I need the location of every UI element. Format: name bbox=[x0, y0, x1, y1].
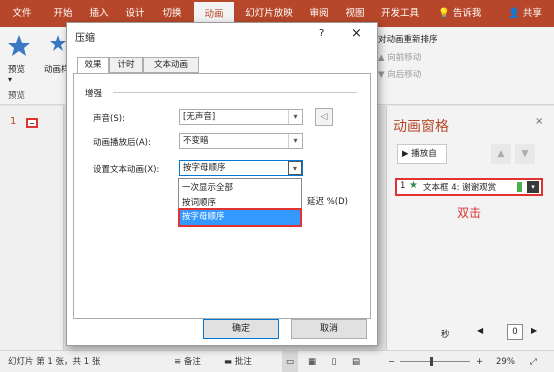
move-later-button[interactable]: ▼ 向后移动 bbox=[378, 68, 421, 80]
close-icon[interactable]: × bbox=[535, 116, 543, 127]
slide-thumbnail[interactable] bbox=[26, 118, 38, 128]
scroll-right-icon[interactable]: ▶ bbox=[531, 326, 537, 335]
tab-developer[interactable]: 开发工具 bbox=[376, 0, 424, 27]
slide-sorter-icon[interactable]: ▦ bbox=[304, 351, 320, 372]
move-earlier-button[interactable]: ▲ 向前移动 bbox=[378, 51, 421, 63]
sound-select[interactable]: [无声音] ▾ bbox=[179, 109, 303, 125]
tab-timing[interactable]: 计时 bbox=[109, 57, 143, 73]
tab-file[interactable]: 文件 bbox=[4, 0, 40, 27]
animation-pane: 动画窗格 × ▶ 播放自 ▲ ▼ 1 ★ 文本框 4: 谢谢观赏 ▾ 双击 秒 … bbox=[386, 106, 554, 350]
dialog-tabs: 效果 计时 文本动画 bbox=[73, 57, 371, 74]
dialog-close-button[interactable]: × bbox=[351, 26, 362, 41]
arrow-up-icon: ▲ bbox=[378, 53, 385, 63]
help-button[interactable]: ? bbox=[319, 28, 324, 39]
star-icon: ★ bbox=[409, 180, 418, 191]
animation-styles-icon[interactable] bbox=[48, 33, 68, 61]
option-all-at-once[interactable]: 一次显示全部 bbox=[180, 181, 300, 196]
double-click-annotation: 双击 bbox=[457, 206, 482, 220]
thumbnail-line bbox=[30, 123, 34, 124]
slideshow-view-icon[interactable]: ▤ bbox=[348, 351, 364, 372]
zoom-level[interactable]: 29% bbox=[496, 351, 515, 372]
user-icon: 👤 bbox=[508, 8, 520, 19]
selected-option-highlight bbox=[178, 208, 302, 227]
text-animation-label: 设置文本动画(X): bbox=[93, 165, 160, 175]
dialog-title: 压缩 bbox=[75, 33, 95, 44]
fit-slide-icon[interactable]: ⤢ bbox=[530, 351, 537, 372]
lightbulb-icon: 💡 bbox=[438, 8, 450, 19]
after-animation-label: 动画播放后(A): bbox=[93, 138, 151, 148]
scroll-left-icon[interactable]: ◀ bbox=[477, 326, 483, 335]
chevron-down-icon: ▾ bbox=[288, 134, 302, 148]
zoom-in-icon[interactable]: + bbox=[476, 351, 483, 372]
move-down-arrow-icon[interactable]: ▼ bbox=[515, 144, 535, 164]
reorder-title: 对动画重新排序 bbox=[378, 35, 438, 45]
preview-group-label: 预览 bbox=[8, 91, 26, 101]
delay-label: 延迟 %(D) bbox=[307, 197, 348, 207]
speaker-icon[interactable]: ◁ bbox=[315, 108, 333, 126]
seconds-label: 秒 bbox=[441, 330, 450, 340]
dialog-title-bar: 压缩 ? × bbox=[67, 23, 377, 49]
slide-thumbnail-pane: 1 bbox=[0, 106, 64, 350]
arrow-down-icon: ▼ bbox=[378, 70, 385, 80]
timeline-counter[interactable]: 0 bbox=[507, 324, 523, 340]
preview-button-label[interactable]: 预览 bbox=[8, 63, 25, 75]
slide-number: 1 bbox=[10, 116, 17, 127]
share-button[interactable]: 👤 共享 bbox=[508, 0, 542, 27]
tab-text-animation[interactable]: 文本动画 bbox=[143, 57, 199, 73]
slide-info: 幻灯片 第 1 张，共 1 张 bbox=[8, 357, 101, 367]
ok-button[interactable]: 确定 bbox=[203, 319, 279, 339]
tab-effect[interactable]: 效果 bbox=[77, 57, 109, 74]
item-dropdown-icon[interactable]: ▾ bbox=[527, 181, 539, 193]
section-divider bbox=[113, 92, 357, 93]
normal-view-icon[interactable]: ▭ bbox=[282, 351, 298, 372]
zoom-out-icon[interactable]: − bbox=[388, 351, 395, 372]
zoom-slider[interactable] bbox=[400, 357, 470, 366]
sound-label: 声音(S): bbox=[93, 114, 125, 124]
text-animation-select[interactable]: 按字母顺序 ▾ bbox=[179, 160, 303, 176]
chevron-down-icon: ▾ bbox=[288, 110, 302, 124]
cancel-button[interactable]: 取消 bbox=[291, 319, 367, 339]
comment-icon: ▬ bbox=[224, 357, 233, 367]
play-icon: ▶ bbox=[402, 149, 409, 159]
animation-item-number: 1 bbox=[400, 181, 406, 191]
preview-dropdown-icon[interactable]: ▾ bbox=[8, 75, 12, 84]
preview-star-icon[interactable] bbox=[8, 33, 30, 61]
reading-view-icon[interactable]: ▯ bbox=[326, 351, 342, 372]
tell-me-box[interactable]: 💡 告诉我 bbox=[438, 0, 481, 27]
after-animation-select[interactable]: 不变暗 ▾ bbox=[179, 133, 303, 149]
notes-icon: ≡ bbox=[174, 357, 182, 367]
animation-item-label: 文本框 4: 谢谢观赏 bbox=[423, 183, 497, 193]
zoom-slider-thumb[interactable] bbox=[430, 357, 433, 366]
status-bar: 幻灯片 第 1 张，共 1 张 ≡ 备注 ▬ 批注 ▭ ▦ ▯ ▤ − + 29… bbox=[0, 350, 554, 372]
comments-button[interactable]: ▬ 批注 bbox=[224, 351, 252, 372]
move-up-arrow-icon[interactable]: ▲ bbox=[491, 144, 511, 164]
notes-button[interactable]: ≡ 备注 bbox=[174, 351, 201, 372]
timing-bar bbox=[517, 182, 522, 192]
animation-item-row[interactable]: 1 ★ 文本框 4: 谢谢观赏 ▾ bbox=[395, 178, 543, 196]
play-from-button[interactable]: ▶ 播放自 bbox=[397, 144, 447, 164]
section-title: 增强 bbox=[85, 89, 103, 99]
animation-pane-title: 动画窗格 bbox=[393, 119, 449, 135]
chevron-down-icon: ▾ bbox=[288, 161, 302, 175]
